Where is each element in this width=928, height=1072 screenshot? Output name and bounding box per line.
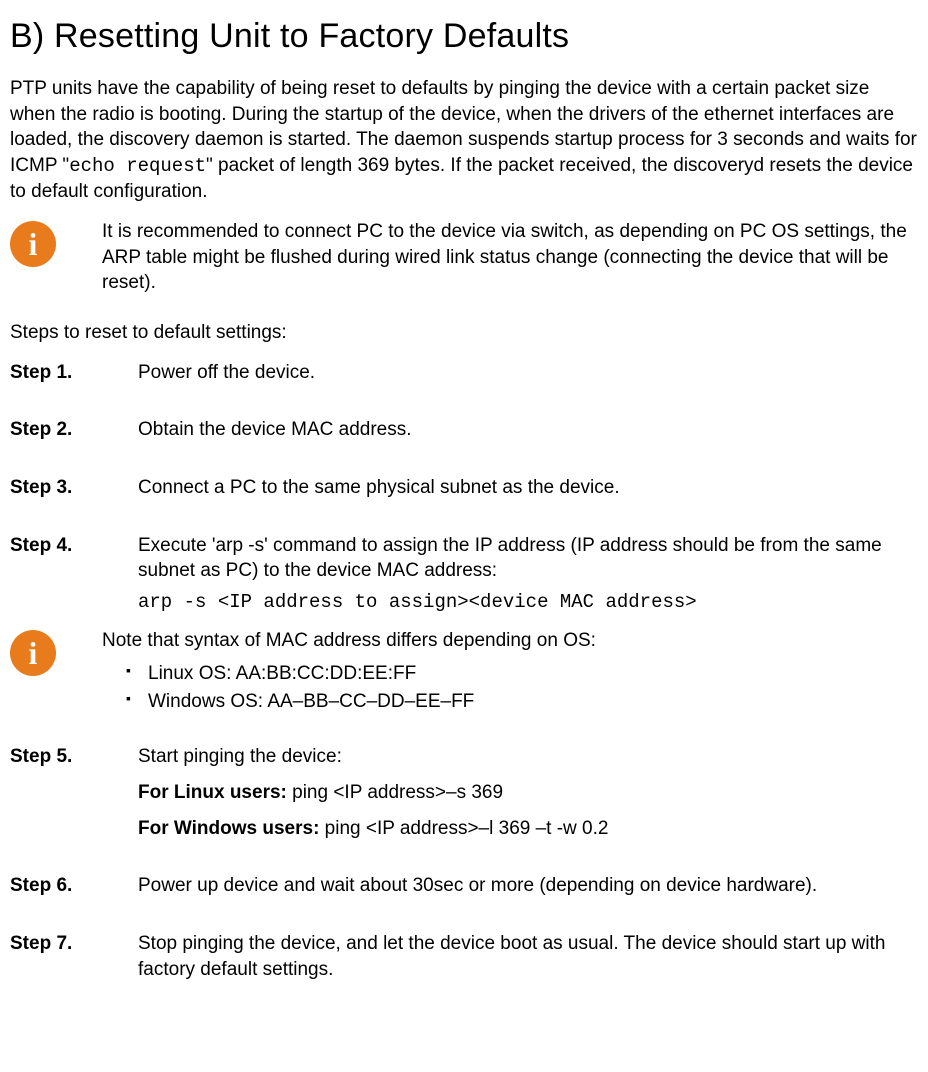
step-text: Power off the device. [138,360,918,386]
step-text: Power up device and wait about 30sec or … [138,873,918,899]
step-3: Step 3. Connect a PC to the same physica… [10,475,918,501]
step-1: Step 1. Power off the device. [10,360,918,386]
step-5: Step 5. Start pinging the device: For Li… [10,744,918,841]
step-label: Step 1. [10,360,138,386]
mac-syntax-list: Linux OS: AA:BB:CC:DD:EE:FF Windows OS: … [102,661,918,714]
info-callout-2: i Note that syntax of MAC address differ… [10,628,918,717]
list-item: Linux OS: AA:BB:CC:DD:EE:FF [126,661,918,687]
list-item: Windows OS: AA–BB–CC–DD–EE–FF [126,689,918,715]
step-6: Step 6. Power up device and wait about 3… [10,873,918,899]
step-text: Connect a PC to the same physical subnet… [138,475,918,501]
step-label: Step 5. [10,744,138,770]
step-label: Step 3. [10,475,138,501]
step-label: Step 2. [10,417,138,443]
step-text: Start pinging the device: [138,744,918,770]
windows-line: For Windows users: ping <IP address>–l 3… [138,816,918,842]
intro-paragraph: PTP units have the capability of being r… [10,76,918,205]
info-icon: i [10,630,56,676]
step-7: Step 7. Stop pinging the device, and let… [10,931,918,982]
step-text: Obtain the device MAC address. [138,417,918,443]
step-label: Step 4. [10,533,138,559]
step-4: Step 4. Execute 'arp -s' command to assi… [10,533,918,616]
windows-label: For Windows users: [138,818,319,839]
steps-intro: Steps to reset to default settings: [10,320,918,346]
step-2: Step 2. Obtain the device MAC address. [10,417,918,443]
step-code: arp -s <IP address to assign><device MAC… [138,590,918,616]
info-text-2-intro: Note that syntax of MAC address differs … [102,628,918,654]
linux-cmd: ping <IP address>–s 369 [287,782,503,803]
linux-label: For Linux users: [138,782,287,803]
section-title: B) Resetting Unit to Factory Defaults [10,14,918,60]
info-callout-1: i It is recommended to connect PC to the… [10,219,918,296]
info-text-1: It is recommended to connect PC to the d… [102,219,918,296]
step-label: Step 6. [10,873,138,899]
step-label: Step 7. [10,931,138,957]
info-icon: i [10,221,56,267]
step-text: Stop pinging the device, and let the dev… [138,931,918,982]
intro-code: echo request [69,155,206,177]
linux-line: For Linux users: ping <IP address>–s 369 [138,780,918,806]
windows-cmd: ping <IP address>–l 369 –t -w 0.2 [319,818,608,839]
step-text: Execute 'arp -s' command to assign the I… [138,533,918,584]
